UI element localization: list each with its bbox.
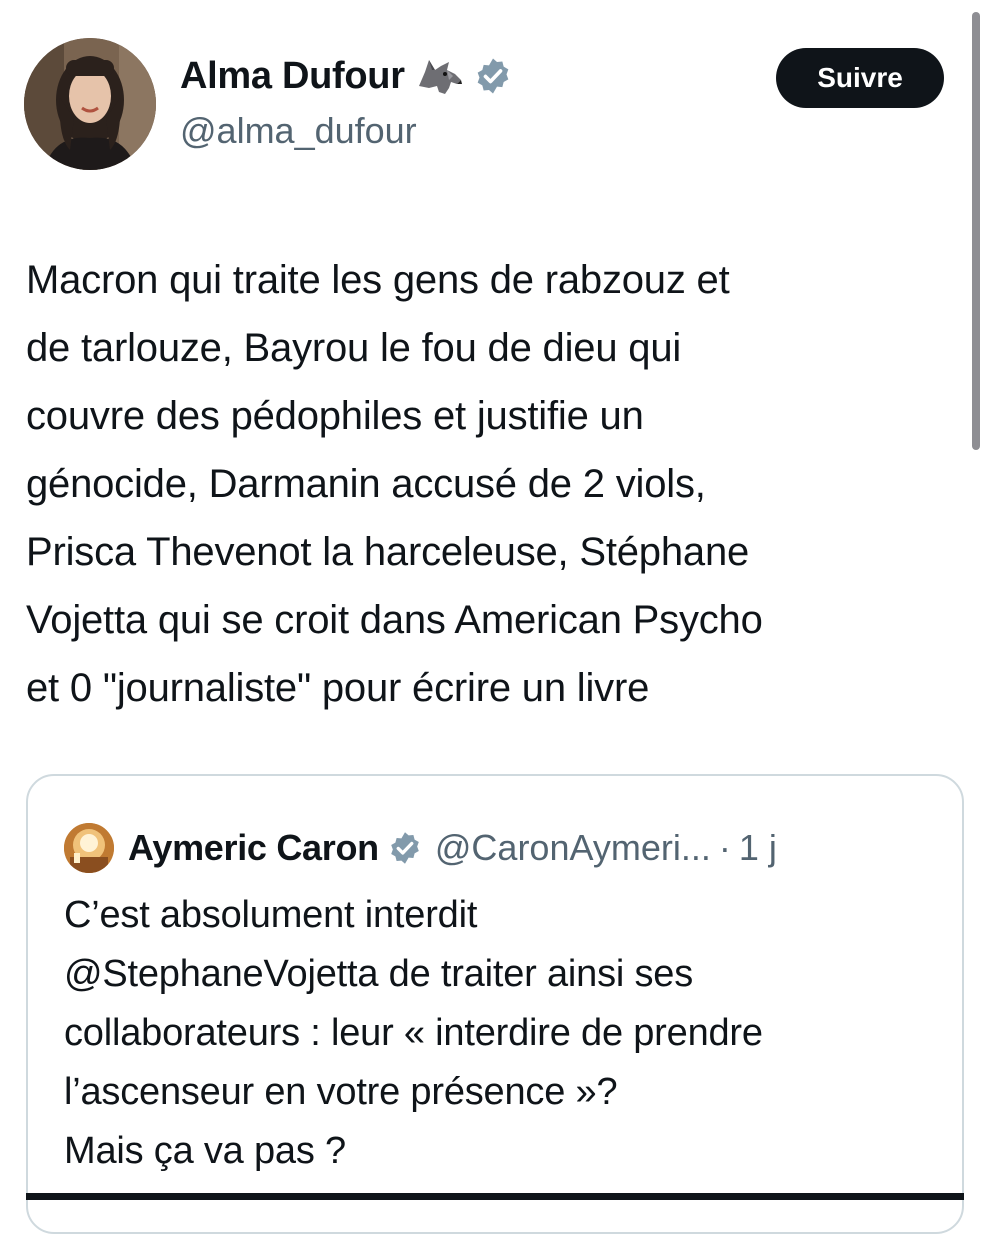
verified-badge-icon xyxy=(473,56,513,96)
quoted-tweet-header: Aymeric Caron @CaronAymeri... · 1 j xyxy=(64,823,777,873)
author-name-row: Alma Dufour xyxy=(180,52,513,100)
quoted-tweet-text: C’est absolument interdit @StephaneVojet… xyxy=(64,894,763,1172)
verified-badge-icon xyxy=(387,830,423,866)
quoted-tweet-time[interactable]: 1 j xyxy=(739,827,777,869)
quoted-media-edge xyxy=(26,1193,964,1200)
wolf-emoji-icon xyxy=(415,54,463,98)
separator-dot: · xyxy=(718,827,731,868)
quoted-tweet-card[interactable]: Aymeric Caron @CaronAymeri... · 1 j C’es… xyxy=(26,774,964,1234)
quoted-author-name[interactable]: Aymeric Caron xyxy=(128,827,379,869)
author-name[interactable]: Alma Dufour xyxy=(180,55,405,98)
avatar-alma-dufour[interactable] xyxy=(24,38,156,170)
quoted-author-handle[interactable]: @CaronAymeri... xyxy=(435,827,711,869)
scrollbar[interactable] xyxy=(972,12,980,450)
tweet-text: Macron qui traite les gens de rabzouz et… xyxy=(26,258,763,710)
follow-button[interactable]: Suivre xyxy=(776,48,944,108)
avatar-aymeric-caron[interactable] xyxy=(64,823,114,873)
author-handle[interactable]: @alma_dufour xyxy=(180,110,417,152)
